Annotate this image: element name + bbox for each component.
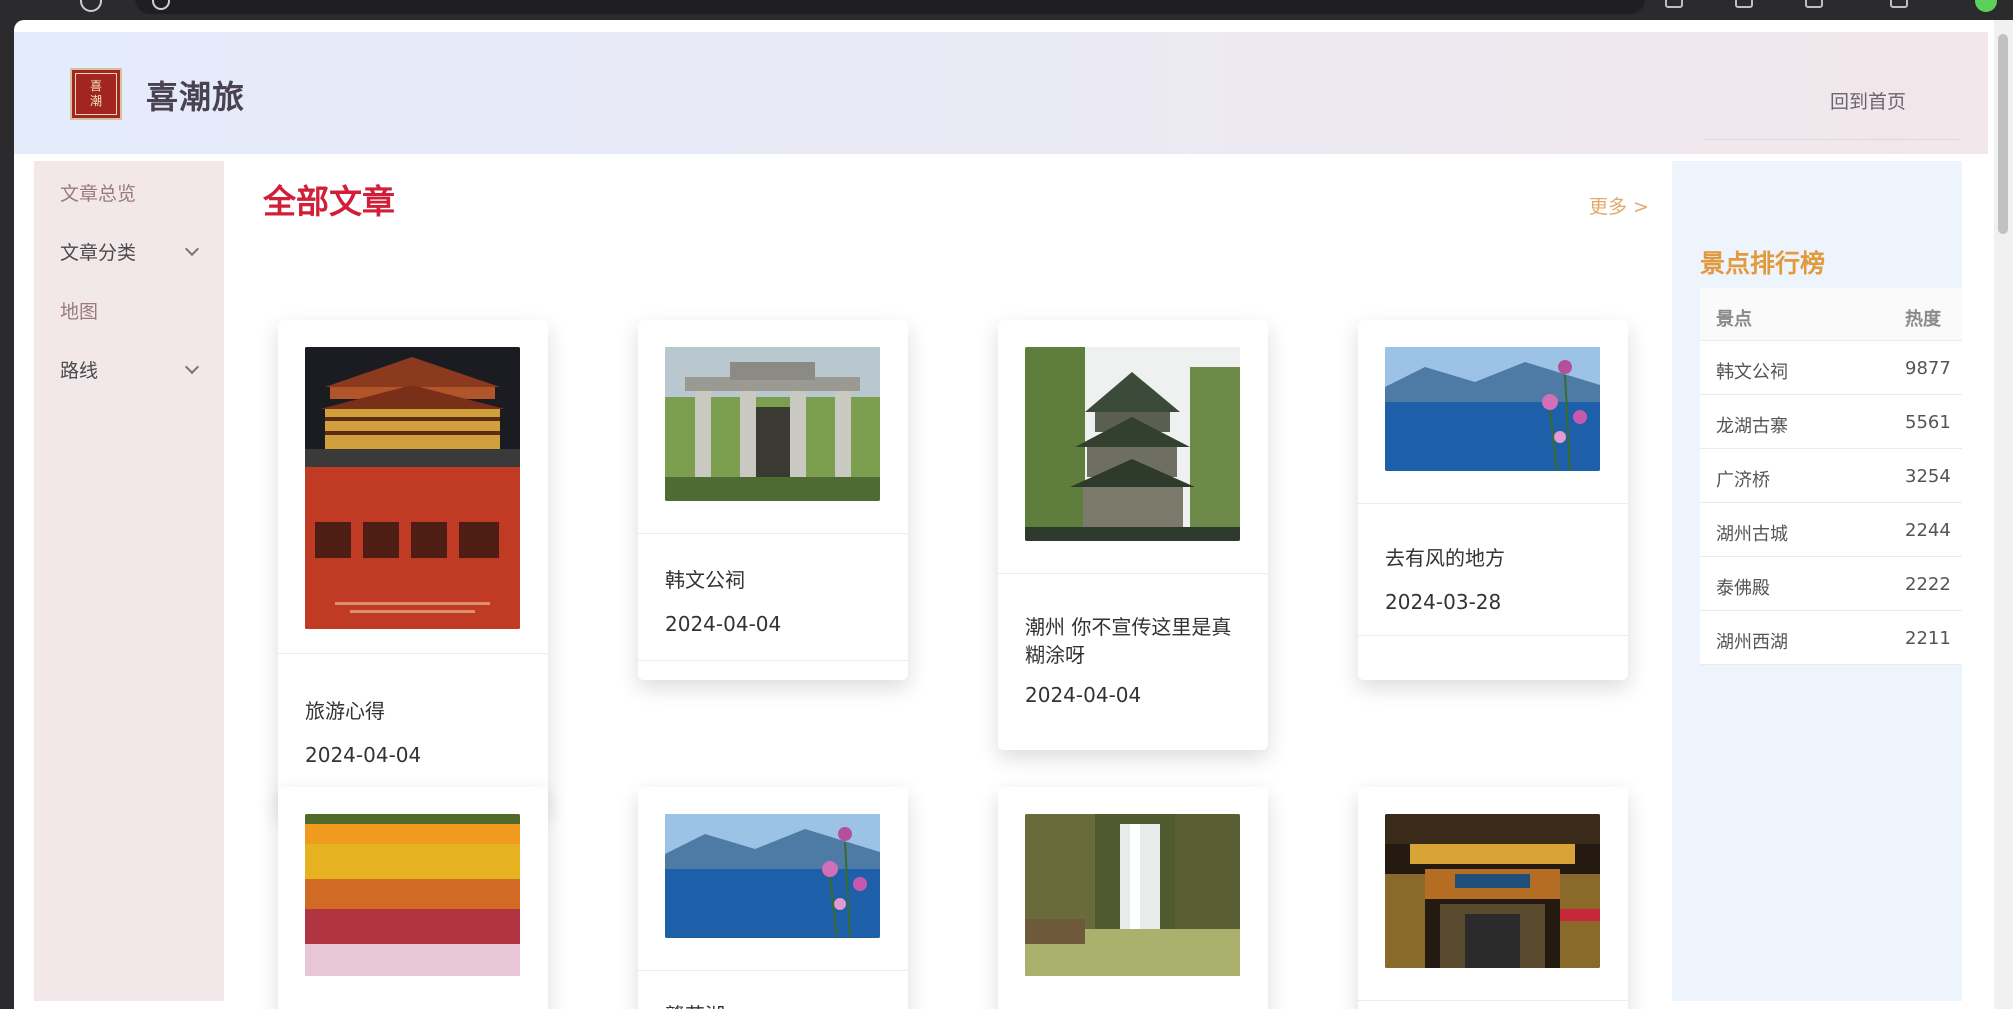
article-title: 韩文公祠 — [665, 568, 745, 592]
card-divider — [638, 533, 908, 534]
article-title: 赣花湖 — [665, 1001, 885, 1009]
table-row[interactable]: 韩文公祠 9877 — [1700, 341, 1962, 395]
chevron-down-icon[interactable] — [184, 359, 200, 375]
status-icon[interactable] — [1975, 0, 1997, 12]
address-bar[interactable] — [135, 0, 1645, 14]
article-date: 2024-04-04 — [665, 612, 782, 636]
left-sidebar: 文章总览 文章分类 地图 路线 — [34, 161, 224, 1001]
more-link[interactable]: 更多 > — [1589, 192, 1649, 219]
table-row[interactable]: 广济桥 3254 — [1700, 449, 1962, 503]
heat-value: 2244 — [1905, 520, 1951, 541]
card-divider — [1358, 1000, 1628, 1001]
logo-text-top: 喜 — [89, 79, 102, 93]
settings-icon[interactable] — [1735, 0, 1753, 8]
site-title: 喜潮旅 — [146, 78, 246, 116]
ranking-col-heat: 热度 — [1905, 309, 1941, 330]
article-title: 旅游心得 — [305, 699, 385, 723]
ranking-header-row: 景点 热度 — [1700, 288, 1962, 341]
scrollbar-thumb[interactable] — [1998, 34, 2008, 234]
home-link-underline — [1704, 139, 1959, 140]
article-thumbnail — [305, 814, 520, 976]
sidebar-item-label: 路线 — [60, 360, 99, 382]
card-divider — [278, 653, 548, 654]
home-link[interactable]: 回到首页 — [1830, 87, 1906, 114]
article-card[interactable]: 旅游心得 2024-04-04 — [278, 320, 548, 810]
logo-text-bottom: 潮 — [89, 94, 102, 108]
article-card[interactable]: 赣花湖 — [638, 787, 908, 1009]
sidebar-item-categories[interactable]: 文章分类 — [60, 238, 136, 265]
browser-chrome — [0, 0, 2013, 20]
ranking-table: 景点 热度 韩文公祠 9877 龙湖古寨 5561 广济桥 3254 湖州古城 … — [1700, 288, 1962, 665]
article-card[interactable] — [278, 787, 548, 1009]
attraction-name: 泰佛殿 — [1716, 578, 1770, 599]
table-row[interactable]: 泰佛殿 2222 — [1700, 557, 1962, 611]
article-date: 2024-04-04 — [1025, 683, 1142, 707]
article-thumbnail — [665, 347, 880, 501]
extension-icon[interactable] — [1665, 0, 1683, 8]
page-scrollbar[interactable] — [1994, 20, 2013, 1009]
table-row[interactable]: 湖州古城 2244 — [1700, 503, 1962, 557]
article-thumbnail — [305, 347, 520, 629]
card-divider — [1358, 635, 1628, 636]
article-thumbnail — [1385, 347, 1600, 471]
card-divider — [638, 970, 908, 971]
sidebar-toggle-icon[interactable] — [1805, 0, 1823, 8]
ranking-title: 景点排行榜 — [1700, 249, 1826, 278]
article-thumbnail — [665, 814, 880, 938]
card-divider — [1358, 503, 1628, 504]
attraction-name: 广济桥 — [1716, 470, 1770, 491]
attraction-name: 湖州古城 — [1716, 524, 1788, 545]
site-logo[interactable]: 喜 潮 — [70, 68, 122, 120]
sidebar-item-overview[interactable]: 文章总览 — [60, 179, 136, 206]
chevron-down-icon[interactable] — [184, 241, 200, 257]
article-thumbnail — [1025, 347, 1240, 541]
article-date: 2024-03-28 — [1385, 590, 1502, 614]
heat-value: 3254 — [1905, 466, 1951, 487]
sidebar-item-map[interactable]: 地图 — [60, 297, 98, 324]
article-card[interactable]: 韩文公祠 2024-04-04 — [638, 320, 908, 680]
heat-value: 9877 — [1905, 358, 1951, 379]
ranking-col-attraction: 景点 — [1716, 309, 1752, 330]
article-card[interactable] — [1358, 787, 1628, 1009]
heat-value: 2211 — [1905, 628, 1951, 649]
attraction-name: 韩文公祠 — [1716, 362, 1788, 383]
reload-icon[interactable] — [80, 0, 102, 12]
article-thumbnail — [1385, 814, 1600, 968]
sidebar-item-routes[interactable]: 路线 — [60, 356, 98, 383]
table-row[interactable]: 龙湖古寨 5561 — [1700, 395, 1962, 449]
heat-value: 5561 — [1905, 412, 1951, 433]
article-card[interactable]: 潮州 你不宣传这里是真糊涂呀 2024-04-04 — [998, 320, 1268, 750]
article-date: 2024-04-04 — [305, 743, 422, 767]
article-thumbnail — [1025, 814, 1240, 976]
heat-value: 2222 — [1905, 574, 1951, 595]
sidebar-item-label: 文章分类 — [60, 242, 137, 264]
attraction-name: 湖州西湖 — [1716, 632, 1788, 653]
article-card[interactable]: 去有风的地方 2024-03-28 — [1358, 320, 1628, 680]
article-title: 去有风的地方 — [1385, 546, 1505, 570]
table-row[interactable]: 湖州西湖 2211 — [1700, 611, 1962, 665]
article-title: 潮州 你不宣传这里是真糊涂呀 — [1025, 615, 1232, 667]
article-card[interactable] — [998, 787, 1268, 1009]
section-title: 全部文章 — [263, 182, 395, 221]
profile-icon[interactable] — [1890, 0, 1908, 8]
site-header: 喜 潮 喜潮旅 回到首页 — [14, 32, 1988, 154]
page-viewport: 喜 潮 喜潮旅 回到首页 文章总览 文章分类 地图 路线 全部文章 更多 > 旅… — [14, 20, 2013, 1009]
attraction-name: 龙湖古寨 — [1716, 416, 1788, 437]
card-divider — [638, 660, 908, 661]
card-divider — [998, 573, 1268, 574]
